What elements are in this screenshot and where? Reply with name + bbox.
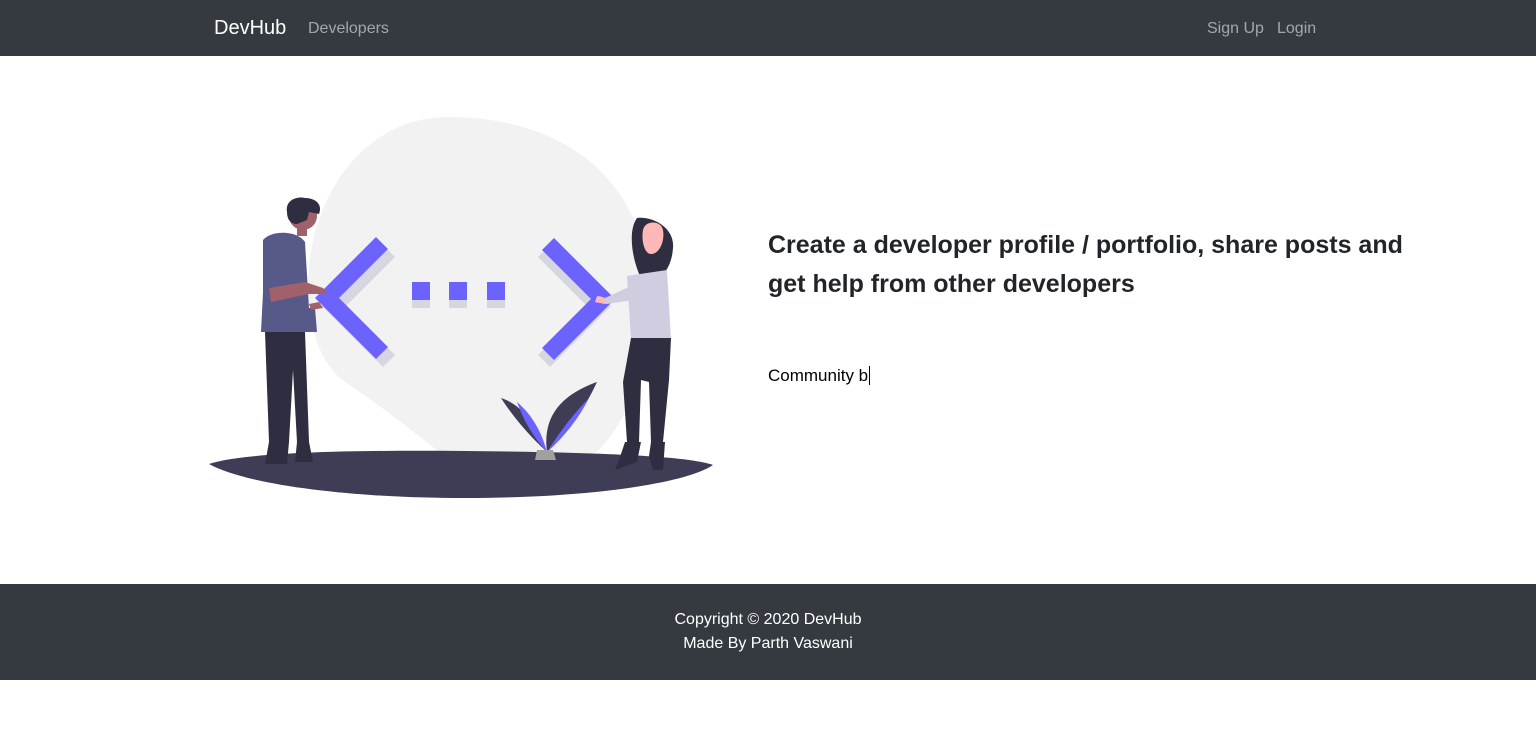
- hero-illustration: [209, 117, 713, 498]
- brand-logo-link[interactable]: DevHub: [214, 16, 286, 40]
- footer-copyright: Copyright © 2020 DevHub: [674, 611, 862, 628]
- navbar: DevHub Developers Sign Up Login: [0, 0, 1536, 56]
- typing-cursor: [869, 366, 871, 385]
- nav-login-link[interactable]: Login: [1277, 19, 1316, 38]
- typed-text: Community b: [768, 366, 869, 385]
- footer: Copyright © 2020 DevHub Made By Parth Va…: [0, 584, 1536, 680]
- ellipsis-dots-shape: [412, 282, 505, 300]
- hero-headline: Create a developer profile / portfolio, …: [768, 231, 1403, 298]
- nav-signup-link[interactable]: Sign Up: [1207, 19, 1264, 38]
- nav-developers-link[interactable]: Developers: [308, 19, 389, 38]
- footer-credit: Made By Parth Vaswani: [683, 635, 853, 652]
- typed-tagline: Community b: [768, 366, 871, 386]
